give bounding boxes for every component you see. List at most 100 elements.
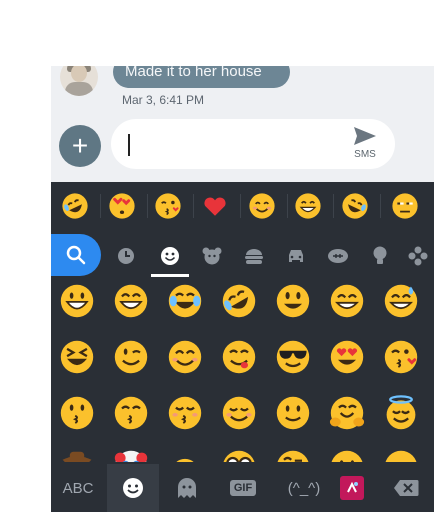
unamused-emoji-icon [392,193,418,219]
emoji-category-bar [51,234,434,278]
recent-emoji[interactable] [106,190,148,222]
emoji-key[interactable] [382,448,420,462]
heart-kiss-emoji-icon [109,193,135,219]
heart-eyes-icon [330,340,364,374]
grinning-emoji-icon [295,193,321,219]
smiling-big-eyes-icon [276,284,310,318]
rolling-laughing-icon [222,284,256,318]
emoji-key[interactable] [382,338,420,376]
lightbulb-icon [373,246,387,264]
animal-icon [202,247,222,265]
emoji-tab-button[interactable] [107,464,159,512]
sunglasses-face-icon [276,340,310,374]
category-activities[interactable] [327,245,349,267]
emoji-search-button[interactable] [51,234,101,276]
smiley-icon [123,478,143,498]
emoji-key[interactable] [274,338,312,376]
emoji-key[interactable] [112,448,150,462]
recent-emoji[interactable] [59,190,101,222]
category-objects[interactable] [369,245,391,267]
ghost-sticker-icon [178,478,196,498]
emoji-key[interactable] [328,394,366,432]
gif-tab-button[interactable]: GIF [217,464,269,512]
category-symbols[interactable] [407,245,429,267]
smiling-halo-icon [386,395,416,430]
recent-emoji-row [51,182,434,230]
smiley-icon [161,247,179,265]
emoji-key[interactable] [112,282,150,320]
sticker-tab-button[interactable] [161,464,213,512]
red-heart-emoji-icon [204,197,226,216]
emoji-key[interactable] [220,282,258,320]
emoji-key[interactable] [58,282,96,320]
category-smileys[interactable] [159,245,181,267]
app-sticker-button[interactable] [337,464,367,512]
add-attachment-button[interactable]: + [59,125,101,167]
active-category-indicator [151,274,189,277]
emoji-key[interactable] [274,282,312,320]
category-animals[interactable] [201,245,223,267]
backspace-button[interactable] [381,464,431,512]
grinning-face-icon [60,284,94,318]
backspace-icon [394,480,419,496]
emoji-key[interactable] [58,338,96,376]
recent-emoji[interactable] [246,190,288,222]
gif-label: GIF [229,480,257,496]
abc-keyboard-button[interactable]: ABC [51,464,105,512]
grinning-sweat-icon [384,284,418,318]
cowboy-face-icon [62,451,92,462]
emoji-key[interactable] [58,448,96,462]
emoji-key[interactable] [58,394,96,432]
smiling-face-icon [222,396,256,430]
food-icon [245,249,263,264]
emoji-key[interactable] [220,338,258,376]
message-bubble[interactable]: Made it to her house [113,66,290,88]
emoji-key[interactable] [328,282,366,320]
emoji-key[interactable] [166,448,204,462]
text-cursor [128,134,130,156]
laughing-squinting-icon [60,340,94,374]
recent-emoji[interactable] [152,190,194,222]
savoring-food-icon [222,340,256,374]
emoji-key[interactable] [328,448,366,462]
emoji-key[interactable] [112,338,150,376]
recent-emoji[interactable] [339,190,381,222]
category-travel[interactable] [285,245,307,267]
emoji-key[interactable] [382,394,420,432]
emoji-key[interactable] [166,282,204,320]
flags-icon [408,246,428,266]
rolling-laughing-emoji-icon [342,193,368,219]
kaomoji-tab-button[interactable]: (^_^) [273,464,335,512]
message-timestamp: Mar 3, 6:41 PM [122,93,205,107]
recent-emoji[interactable] [292,190,334,222]
neutral-face-icon [331,450,363,462]
emoji-key[interactable] [112,394,150,432]
emoji-key[interactable] [382,282,420,320]
message-input[interactable]: SMS [111,119,395,169]
kissing-smiling-eyes-icon [114,396,148,430]
kaomoji-label: (^_^) [287,479,321,497]
emoji-key[interactable] [166,394,204,432]
send-button[interactable]: SMS [349,125,381,165]
contact-avatar[interactable] [60,66,98,96]
clock-icon [118,248,134,264]
winking-face-icon [114,340,148,374]
search-icon [66,245,86,265]
car-icon [289,250,303,262]
smiling-eyes-icon [168,340,202,374]
emoji-key[interactable] [220,394,258,432]
hugging-face-icon [329,396,365,430]
category-recent[interactable] [115,245,137,267]
recent-emoji[interactable] [199,190,241,222]
smiling-emoji-icon [249,193,275,219]
emoji-key[interactable] [166,338,204,376]
emoji-key[interactable] [274,448,312,462]
emoji-key[interactable] [328,338,366,376]
emoji-key[interactable] [274,394,312,432]
recent-emoji[interactable] [389,190,421,222]
tears-of-joy-icon [168,284,202,318]
grinning-big-eyes-icon [114,284,148,318]
category-food[interactable] [243,245,265,267]
keyboard-bottom-bar: ABC GIF (^_^) [51,464,434,512]
emoji-key[interactable] [220,448,258,462]
